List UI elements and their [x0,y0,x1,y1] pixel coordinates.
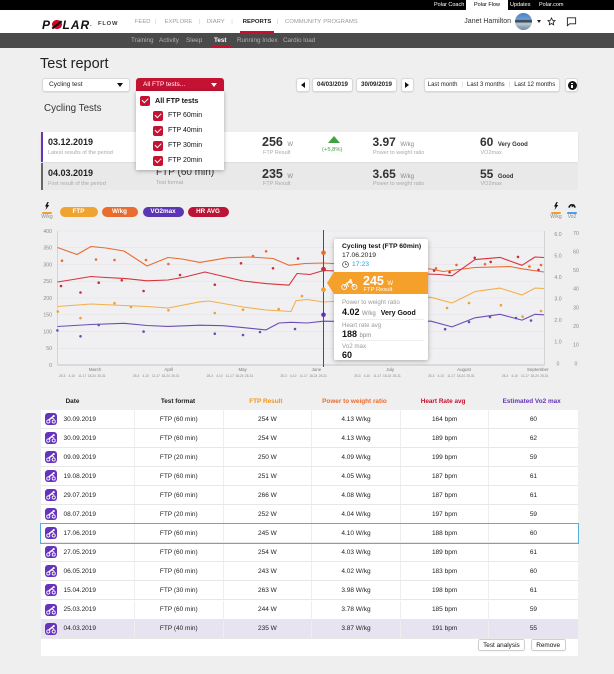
svg-text:25-3: 25-3 [59,374,66,378]
svg-text:40: 40 [573,287,579,293]
svg-text:50: 50 [573,268,579,274]
svg-text:25-31: 25-31 [466,374,474,378]
svg-text:25-31: 25-31 [319,374,327,378]
svg-text:April: April [164,367,173,372]
svg-text:30: 30 [573,305,579,311]
svg-text:4-10: 4-10 [290,374,297,378]
svg-text:300: 300 [43,262,52,268]
svg-text:September: September [527,367,549,372]
svg-text:July: July [386,367,395,372]
svg-text:100: 100 [43,329,52,335]
svg-text:2.0: 2.0 [554,318,561,324]
svg-text:11-17: 11-17 [152,374,160,378]
svg-text:25-31: 25-31 [540,374,548,378]
svg-text:20: 20 [573,324,579,330]
svg-text:18-24: 18-24 [457,374,465,378]
svg-text:25-3: 25-3 [280,374,287,378]
svg-text:11-17: 11-17 [373,374,381,378]
svg-text:18-24: 18-24 [531,374,539,378]
svg-text:60: 60 [573,249,579,255]
svg-text:4-10: 4-10 [69,374,76,378]
svg-text:0: 0 [557,361,560,367]
svg-text:4-10: 4-10 [364,374,371,378]
svg-text:4-10: 4-10 [438,374,445,378]
svg-text:18-24: 18-24 [309,374,317,378]
svg-text:25-31: 25-31 [393,374,401,378]
svg-text:18-24: 18-24 [383,374,391,378]
svg-text:11-17: 11-17 [226,374,234,378]
svg-text:400: 400 [43,229,52,235]
svg-text:August: August [457,367,471,372]
svg-text:25-3: 25-3 [133,374,140,378]
svg-text:June: June [312,367,322,372]
svg-text:6.0: 6.0 [554,232,561,238]
svg-text:25-31: 25-31 [245,374,253,378]
svg-text:0: 0 [49,363,52,369]
svg-text:1.0: 1.0 [554,340,561,346]
svg-text:4-10: 4-10 [216,374,223,378]
svg-text:18-24: 18-24 [235,374,243,378]
svg-text:5.0: 5.0 [554,253,561,259]
svg-text:4-10: 4-10 [142,374,149,378]
svg-text:0: 0 [575,361,578,367]
svg-text:150: 150 [43,313,52,319]
svg-text:25-31: 25-31 [171,374,179,378]
svg-text:11-17: 11-17 [300,374,308,378]
svg-text:25-3: 25-3 [354,374,361,378]
svg-text:May: May [238,367,247,372]
svg-text:350: 350 [43,246,52,252]
svg-text:4-10: 4-10 [511,374,518,378]
svg-text:200: 200 [43,296,52,302]
svg-text:25-3: 25-3 [502,374,509,378]
svg-text:18-24: 18-24 [162,374,170,378]
svg-text:70: 70 [573,231,579,237]
svg-text:18-24: 18-24 [88,374,96,378]
svg-text:March: March [89,367,102,372]
svg-text:250: 250 [43,279,52,285]
svg-text:11-17: 11-17 [447,374,455,378]
svg-text:50: 50 [46,346,52,352]
svg-text:25-31: 25-31 [97,374,105,378]
svg-text:25-3: 25-3 [428,374,435,378]
svg-text:11-17: 11-17 [78,374,86,378]
svg-text:11-17: 11-17 [521,374,529,378]
svg-text:25-3: 25-3 [207,374,214,378]
svg-text:10: 10 [573,343,579,349]
svg-text:3.0: 3.0 [554,297,561,303]
svg-text:4.0: 4.0 [554,275,561,281]
